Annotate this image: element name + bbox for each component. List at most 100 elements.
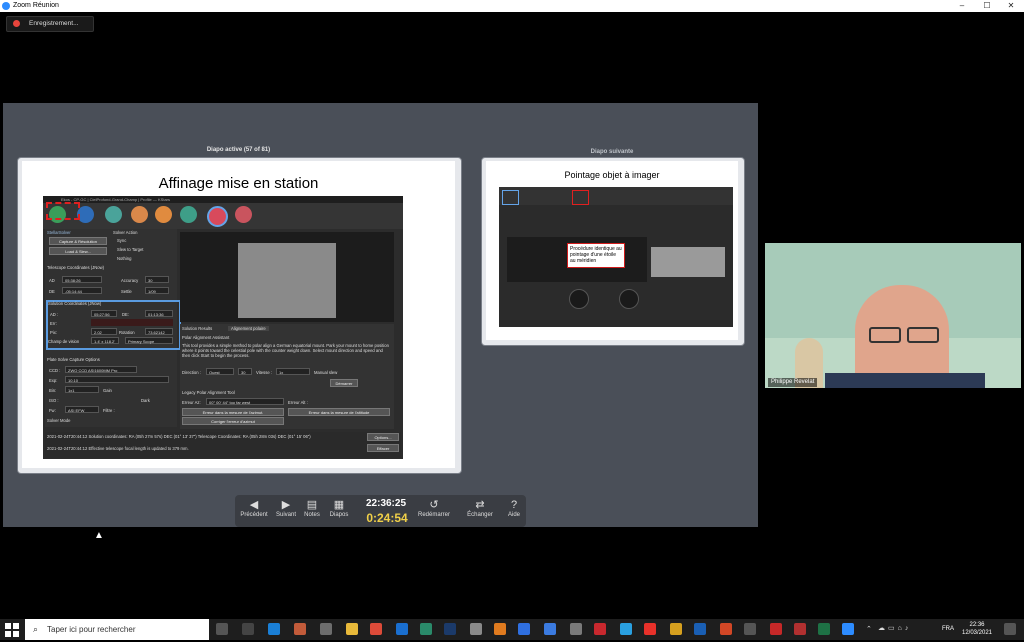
polar-assistant-label: Polar Alignment Assistant <box>182 335 230 340</box>
settle-field: 1/09 <box>145 287 169 294</box>
capture-solve-button: Capture & Résolution <box>49 237 107 245</box>
notes-label: Notes <box>304 512 320 518</box>
radio-nothing: Nothing <box>117 256 132 261</box>
app-icon-7[interactable] <box>620 623 632 635</box>
maximize-button[interactable]: ☐ <box>977 1 997 10</box>
solved-image <box>238 243 336 318</box>
next-slide-title: Diapo suivante <box>590 149 634 155</box>
tab-polar-alignment: Alignement polaire <box>228 326 269 331</box>
effacer-button: Effacer <box>367 444 399 452</box>
direction-select: Ouest <box>206 368 234 375</box>
app-icon-6[interactable] <box>594 623 606 635</box>
demarrer-button: Démarrer <box>330 379 358 387</box>
explorer-icon[interactable] <box>346 623 358 635</box>
cortana-icon[interactable] <box>216 623 228 635</box>
help-button[interactable]: ? Aide <box>500 498 528 524</box>
solution-coords-label: Solution Coordinates (JNow) <box>48 301 102 306</box>
system-tray[interactable]: ☁▭⌂♪ <box>878 624 938 634</box>
zoom-taskbar-icon[interactable] <box>842 623 854 635</box>
load-slew-button: Load & Slew... <box>49 247 107 255</box>
exp-field: 10.10 <box>65 376 169 383</box>
rotation-label: Rotation <box>119 330 135 335</box>
slides-icon: ▦ <box>333 499 345 511</box>
taskbar-time: 22:36 <box>969 622 985 628</box>
app-icon-10[interactable] <box>770 623 782 635</box>
vlc-icon[interactable] <box>494 623 506 635</box>
app-icon-9[interactable] <box>744 623 756 635</box>
opera-icon[interactable] <box>644 623 656 635</box>
legacy-label: Legacy Polar Alignment Tool <box>182 390 235 395</box>
windows-start-icon[interactable] <box>5 623 19 637</box>
next-knob-1 <box>569 289 589 309</box>
next-label: Suivant <box>275 512 296 518</box>
telescope-coords-label: Telescope Coordinates (JNow) <box>47 265 105 270</box>
next-slide-heading: Pointage objet à imager <box>564 170 660 180</box>
minimize-button[interactable]: – <box>952 1 972 10</box>
previous-label: Précédent <box>240 512 268 518</box>
align-left-panel: StellarSolver Solver Action Capture & Ré… <box>45 229 181 427</box>
recording-indicator[interactable]: Enregistrement... <box>6 16 94 32</box>
slides-button[interactable]: ▦ Diapos <box>324 498 354 524</box>
app-icon-8[interactable] <box>670 623 682 635</box>
bin-label: Bin: <box>49 388 57 393</box>
swap-icon: ⇄ <box>475 499 485 511</box>
pix-label: Pix: <box>50 330 57 335</box>
next-image <box>651 247 725 277</box>
taskbar-search[interactable]: ⌕ Taper ici pour rechercher <box>25 619 209 640</box>
ccd-label: CCD : <box>49 368 61 373</box>
log-line-1: 2021-02-24T20:44:12 Solution coordinates… <box>47 434 311 439</box>
outlook-icon[interactable] <box>694 623 706 635</box>
close-button[interactable]: ✕ <box>1001 1 1021 10</box>
previous-button[interactable]: ◀ Précédent <box>237 498 271 524</box>
app-icon-4[interactable] <box>544 623 556 635</box>
tray-chevron-icon[interactable]: ⌃ <box>866 625 872 633</box>
dropbox-icon[interactable] <box>518 623 530 635</box>
swap-button[interactable]: ⇄ Échanger <box>462 498 498 524</box>
log-line-2: 2021-02-24T20:44:12 Effective telescope … <box>47 446 189 451</box>
plate-solve-label: Plate Solve Capture Options <box>47 357 100 362</box>
erreur-az-field: 00° 00' 44" too far west <box>206 398 284 405</box>
edge-icon[interactable] <box>268 623 280 635</box>
app-icon-2[interactable] <box>420 623 432 635</box>
next-knob-2 <box>619 289 639 309</box>
search-icon: ⌕ <box>33 624 39 634</box>
participant-video[interactable] <box>765 243 1021 388</box>
radio-slew: Slew to Target <box>117 247 144 252</box>
app-icon-3[interactable] <box>470 623 482 635</box>
language-indicator[interactable]: FRA <box>942 626 954 632</box>
app-icon-11[interactable] <box>794 623 806 635</box>
corriger-button: Corriger l'erreur d'azimut <box>182 417 284 425</box>
highlight-box <box>46 202 80 220</box>
app-icon-5[interactable] <box>570 623 582 635</box>
office-icon[interactable] <box>720 623 732 635</box>
restart-button[interactable]: ↺ Redémarrer <box>414 498 454 524</box>
chrome-icon[interactable] <box>370 623 382 635</box>
radio-sync: Sync <box>117 238 127 243</box>
notification-icon[interactable] <box>1004 623 1016 635</box>
swap-label: Échanger <box>467 512 493 518</box>
mail-icon[interactable] <box>396 623 408 635</box>
task-view-icon[interactable] <box>242 623 254 635</box>
scheduler-icon <box>180 206 197 223</box>
store-icon[interactable] <box>320 623 332 635</box>
restart-label: Redémarrer <box>417 512 450 518</box>
iso-label: ISO : <box>49 398 59 403</box>
vitesse-label: Vitesse : <box>256 370 272 375</box>
help-label: Aide <box>507 512 520 518</box>
windows-taskbar: ⌕ Taper ici pour rechercher ⌃ ☁▭⌂♪ FRA 2… <box>0 619 1024 640</box>
excel-icon[interactable] <box>818 623 830 635</box>
photoshop-icon[interactable] <box>444 623 456 635</box>
taskbar-clock[interactable]: 22:36 12/03/2021 <box>958 621 996 637</box>
notes-button[interactable]: ▤ Notes <box>297 498 327 524</box>
fw-select: ASI EFW <box>65 406 99 413</box>
current-slide-title: Diapo active (57 of 81) <box>206 147 271 153</box>
app-icon-1[interactable] <box>294 623 306 635</box>
tab-solution-results: Solution Results <box>182 326 213 331</box>
direction-label: Direction : <box>182 370 201 375</box>
fov-field: 1.4' x 118.2' <box>91 337 119 344</box>
rotation-field: 73.62142 <box>145 328 173 335</box>
gain-label: Gain <box>103 388 112 393</box>
solver-action-label: Solver Action <box>113 230 138 235</box>
polar-align-panel: Solution Results Alignement polaire Pola… <box>180 324 394 429</box>
focus-icon <box>105 206 122 223</box>
